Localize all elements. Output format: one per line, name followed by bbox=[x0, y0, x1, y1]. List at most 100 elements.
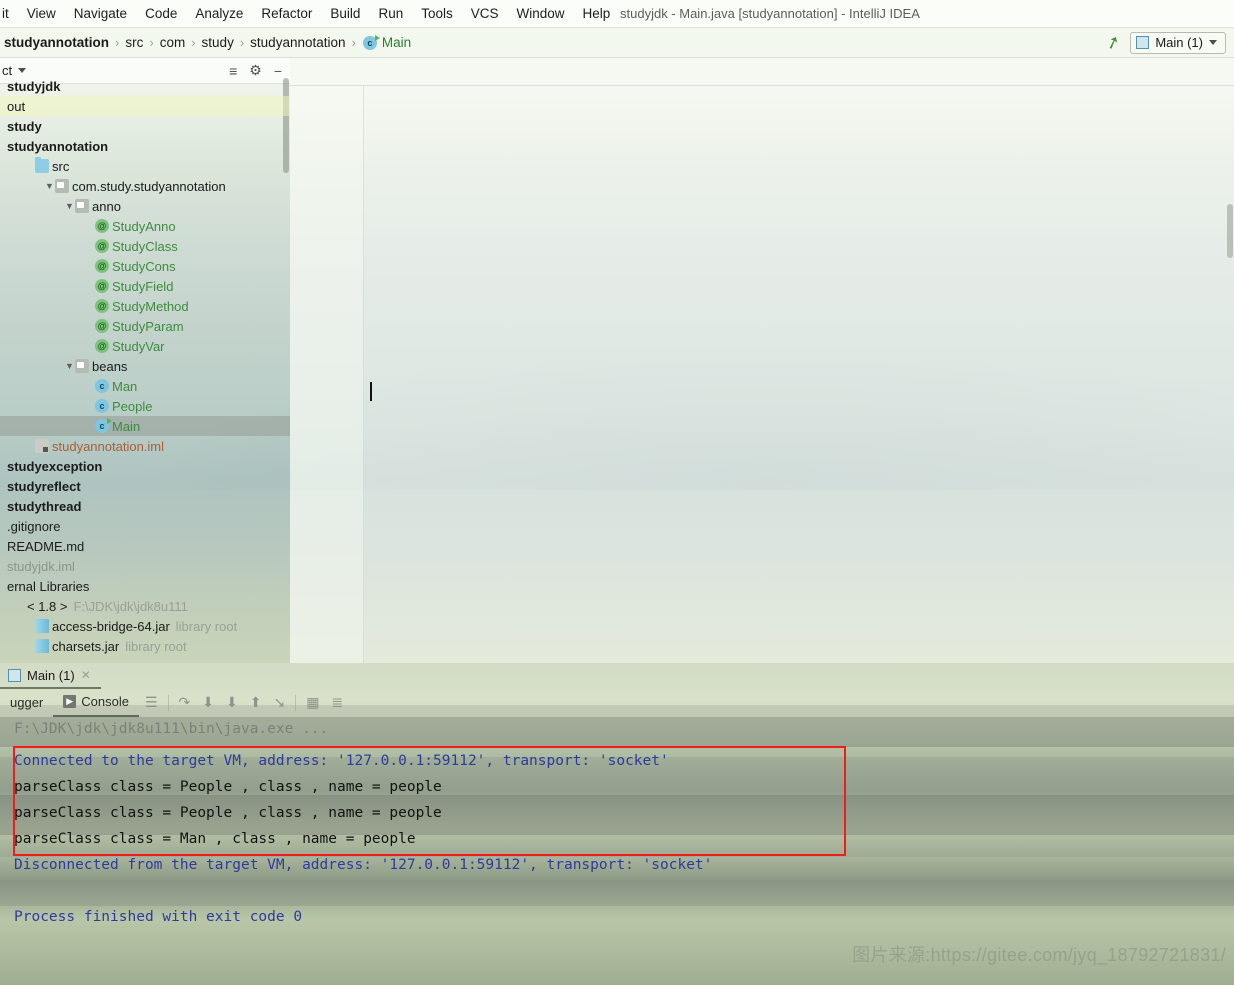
folder-icon bbox=[35, 157, 49, 173]
tree-item-1-8[interactable]: < 1.8 > F:\JDK\jdk\jdk8u111 bbox=[0, 596, 290, 616]
text-caret bbox=[370, 382, 372, 401]
tree-item-access-bridge-64-jar[interactable]: access-bridge-64.jar library root bbox=[0, 616, 290, 636]
menu-item-vcs[interactable]: VCS bbox=[462, 0, 508, 28]
print-icon[interactable]: ▦ bbox=[300, 694, 325, 711]
editor-gutter[interactable] bbox=[290, 86, 364, 663]
menu-item-refactor[interactable]: Refactor bbox=[252, 0, 321, 28]
tree-item-main[interactable]: c Main bbox=[0, 416, 290, 436]
menu-item-build[interactable]: Build bbox=[321, 0, 369, 28]
run-config-label: Main (1) bbox=[1155, 35, 1203, 50]
annotation-icon: @ bbox=[95, 299, 109, 313]
tree-item-charsets-jar[interactable]: charsets.jar library root bbox=[0, 636, 290, 655]
editor-scrollbar[interactable] bbox=[1227, 204, 1233, 258]
tree-item-studyannotation-iml[interactable]: studyannotation.iml bbox=[0, 436, 290, 456]
menu-item-code[interactable]: Code bbox=[136, 0, 186, 28]
menu-item-view[interactable]: View bbox=[18, 0, 65, 28]
breadcrumb-main[interactable]: Main bbox=[377, 35, 416, 50]
run-tab-main[interactable]: Main (1) ✕ bbox=[0, 663, 101, 689]
tree-item-studyexception[interactable]: studyexception bbox=[0, 456, 290, 476]
tree-item-studyclass[interactable]: @ StudyClass bbox=[0, 236, 290, 256]
console-line: Connected to the target VM, address: '12… bbox=[14, 753, 669, 769]
tree-item-studyfield[interactable]: @ StudyField bbox=[0, 276, 290, 296]
rerun-icon[interactable]: ↷ bbox=[173, 694, 197, 711]
tree-item-label: anno bbox=[92, 198, 121, 214]
tree-item-label: StudyClass bbox=[112, 238, 178, 254]
annotation-icon: @ bbox=[95, 319, 109, 333]
editor-tab-bar bbox=[290, 58, 1234, 86]
tree-item-studythread[interactable]: studythread bbox=[0, 496, 290, 516]
settings-icon[interactable]: ≣ bbox=[325, 694, 349, 711]
tree-item-label: study bbox=[7, 118, 42, 134]
navbar-right-tools: ➚ Main (1) bbox=[1103, 31, 1234, 54]
chevron-down-icon[interactable]: ▼ bbox=[64, 361, 75, 371]
tree-item-studyjdk[interactable]: studyjdk bbox=[0, 76, 290, 96]
tree-item-readme-md[interactable]: README.md bbox=[0, 536, 290, 556]
tree-item-out[interactable]: out bbox=[0, 96, 290, 116]
project-tree[interactable]: studyjdk out study studyannotation src ▼ com.s… bbox=[0, 76, 290, 655]
hammer-icon[interactable]: ➚ bbox=[1103, 31, 1123, 54]
annotation-icon: @ bbox=[95, 339, 109, 353]
tree-item-studyanno[interactable]: @ StudyAnno bbox=[0, 216, 290, 236]
tab-console[interactable]: ▶ Console bbox=[53, 689, 139, 717]
chevron-down-icon[interactable]: ▼ bbox=[64, 201, 75, 211]
chevron-down-icon[interactable]: ▼ bbox=[44, 181, 55, 191]
run-configuration-selector[interactable]: Main (1) bbox=[1130, 31, 1226, 54]
class-main-icon: c bbox=[95, 418, 112, 433]
tree-item-studyvar[interactable]: @ StudyVar bbox=[0, 336, 290, 356]
tree-item-man[interactable]: c Man bbox=[0, 376, 290, 396]
step-up-icon[interactable]: ⬆ bbox=[244, 694, 268, 711]
soft-wrap-icon[interactable]: ↘ bbox=[267, 694, 291, 711]
tree-item-studyjdk-iml[interactable]: studyjdk.iml bbox=[0, 556, 290, 576]
tab-debugger[interactable]: ugger bbox=[0, 689, 53, 717]
code-editor[interactable] bbox=[290, 86, 1234, 663]
tree-item-gitignore[interactable]: .gitignore bbox=[0, 516, 290, 536]
menu-item-window[interactable]: Window bbox=[508, 0, 574, 28]
run-window-tab-row: Main (1) ✕ bbox=[0, 663, 1234, 689]
tree-item-label: studythread bbox=[7, 498, 82, 514]
console-line: Disconnected from the target VM, address… bbox=[14, 857, 713, 873]
tree-item-label: README.md bbox=[7, 538, 85, 554]
console-command: F:\JDK\jdk\jdk8u111\bin\java.exe ... bbox=[14, 721, 329, 737]
tree-item-label: Man bbox=[112, 378, 138, 394]
menu-item-run[interactable]: Run bbox=[369, 0, 412, 28]
menu-item-tools[interactable]: Tools bbox=[412, 0, 462, 28]
tree-item-ernal-libraries[interactable]: ernal Libraries bbox=[0, 576, 290, 596]
tree-item-label: studyjdk.iml bbox=[7, 558, 75, 574]
class-icon: c bbox=[95, 399, 109, 413]
tree-item-studyreflect[interactable]: studyreflect bbox=[0, 476, 290, 496]
annotation-icon: @ bbox=[95, 219, 109, 233]
project-tool-window: ct ≡ ⚙ − studyjdk out study studyannotation… bbox=[0, 58, 290, 663]
menu-item-it[interactable]: it bbox=[0, 0, 18, 28]
step-down-icon[interactable]: ⬇ bbox=[220, 694, 244, 711]
tree-item-studycons[interactable]: @ StudyCons bbox=[0, 256, 290, 276]
tree-item-studymethod[interactable]: @ StudyMethod bbox=[0, 296, 290, 316]
tree-item-study[interactable]: study bbox=[0, 116, 290, 136]
breadcrumb-separator: › bbox=[351, 35, 356, 50]
tree-item-label: .gitignore bbox=[7, 518, 61, 534]
menu-item-help[interactable]: Help bbox=[574, 0, 620, 28]
breadcrumb-project[interactable]: studyannotation bbox=[0, 35, 114, 50]
wrap-text-icon[interactable]: ☰ bbox=[139, 694, 164, 711]
close-icon[interactable]: ✕ bbox=[81, 668, 91, 682]
breadcrumb-com[interactable]: com bbox=[155, 35, 191, 50]
jar-icon bbox=[35, 639, 49, 653]
breadcrumb-studyannotation[interactable]: studyannotation bbox=[245, 35, 350, 50]
menu-item-analyze[interactable]: Analyze bbox=[186, 0, 252, 28]
tree-item-people[interactable]: c People bbox=[0, 396, 290, 416]
tree-item-com-study-studyannotation[interactable]: ▼ com.study.studyannotation bbox=[0, 176, 290, 196]
breadcrumb-study[interactable]: study bbox=[197, 35, 239, 50]
tree-item-beans[interactable]: ▼ beans bbox=[0, 356, 290, 376]
breadcrumb-src[interactable]: src bbox=[120, 35, 148, 50]
console-output[interactable]: F:\JDK\jdk\jdk8u111\bin\java.exe ... Con… bbox=[0, 717, 1234, 985]
tree-item-studyannotation[interactable]: studyannotation bbox=[0, 136, 290, 156]
chevron-down-icon[interactable] bbox=[18, 68, 27, 73]
scroll-down-icon[interactable]: ⬇ bbox=[196, 694, 220, 711]
tree-item-sublabel: F:\JDK\jdk\jdk8u111 bbox=[73, 598, 188, 614]
intellij-window: it View Navigate Code Analyze Refactor B… bbox=[0, 0, 1234, 985]
tree-item-studyparam[interactable]: @ StudyParam bbox=[0, 316, 290, 336]
tree-item-label: access-bridge-64.jar bbox=[52, 618, 170, 634]
menu-item-navigate[interactable]: Navigate bbox=[65, 0, 136, 28]
tree-item-src[interactable]: src bbox=[0, 156, 290, 176]
tree-item-anno[interactable]: ▼ anno bbox=[0, 196, 290, 216]
module-file-icon bbox=[35, 439, 49, 453]
